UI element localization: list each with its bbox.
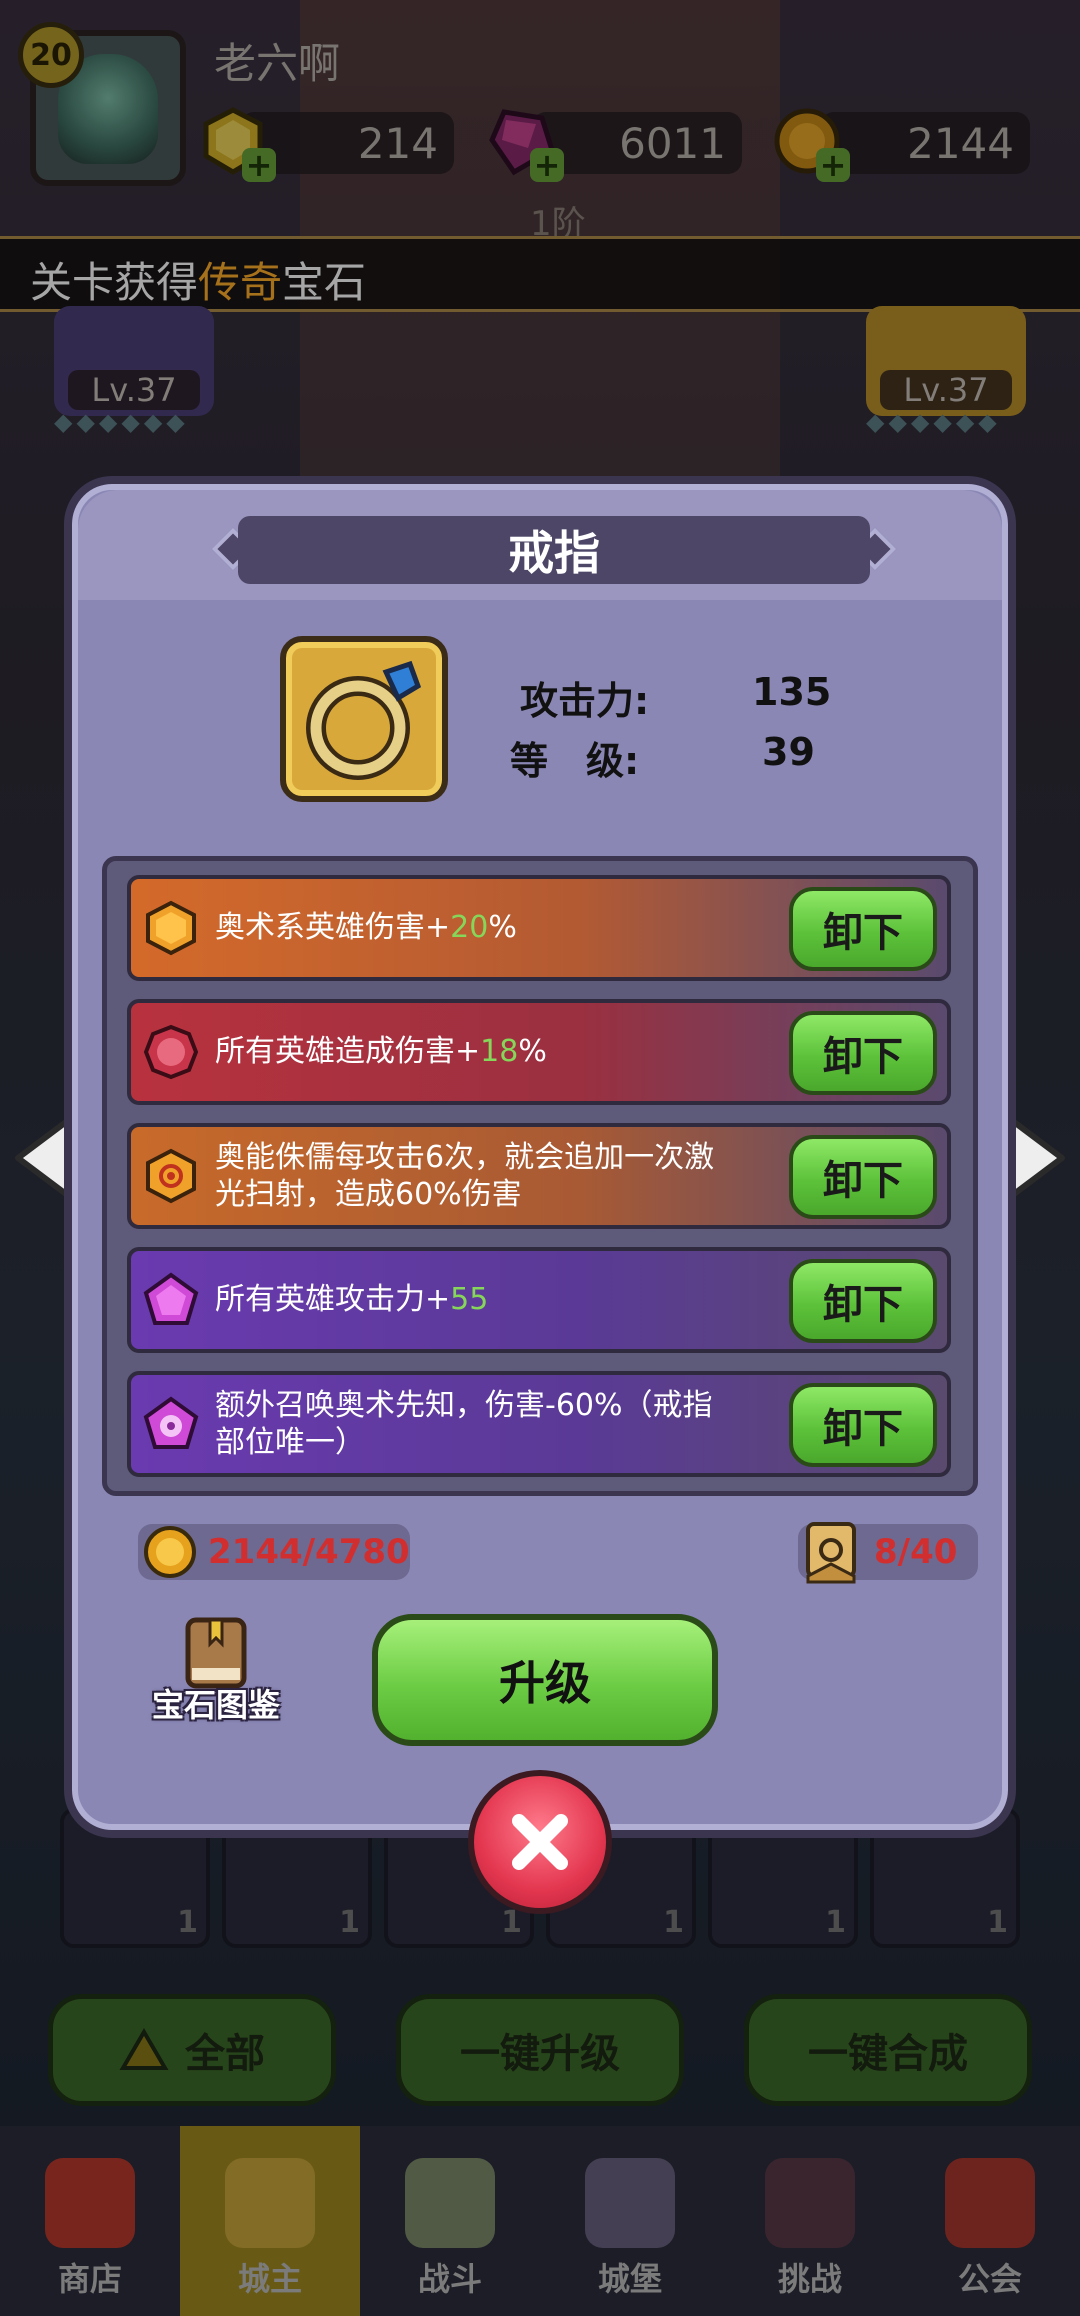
gem-effect-row: 额外召唤奥术先知，伤害-60%（戒指 部位唯一） 卸下 bbox=[127, 1371, 951, 1477]
dialog-header: 戒指 bbox=[78, 490, 1002, 600]
red-round-gem-icon bbox=[143, 1024, 199, 1080]
orange-hexagon-gem-icon bbox=[143, 900, 199, 956]
purple-eye-gem-icon bbox=[143, 1396, 199, 1452]
gem-effect-text: 额外召唤奥术先知，伤害-60%（戒指 部位唯一） bbox=[215, 1387, 777, 1462]
effect-text-line1: 额外召唤奥术先知，伤害-60%（戒指 bbox=[215, 1387, 713, 1423]
unequip-button[interactable]: 卸下 bbox=[789, 1259, 937, 1343]
coin-icon bbox=[144, 1526, 196, 1578]
gem-effect-text: 奥术系英雄伤害+20% bbox=[215, 909, 777, 947]
effect-text-before: 奥术系英雄伤害+ bbox=[215, 910, 451, 946]
effect-text-before: 所有英雄造成伤害+ bbox=[215, 1034, 481, 1070]
ring-scroll-icon bbox=[806, 1522, 856, 1584]
purple-pentagon-gem-icon bbox=[143, 1272, 199, 1328]
scroll-cost-value: 8/40 bbox=[874, 1532, 958, 1572]
effect-text-line1: 奥能侏儒每攻击6次，就会追加一次激 bbox=[215, 1139, 715, 1175]
level-label: 等 级: bbox=[510, 739, 640, 783]
effect-text-line2: 部位唯一） bbox=[215, 1425, 365, 1460]
coin-cost-value: 2144/4780 bbox=[208, 1532, 410, 1572]
gem-codex-label: 宝石图鉴 bbox=[151, 1686, 280, 1724]
level-value: 39 bbox=[762, 730, 815, 774]
ring-item-icon bbox=[280, 636, 448, 802]
coin-cost: 2144/4780 bbox=[138, 1524, 410, 1580]
upgrade-button[interactable]: 升级 bbox=[372, 1614, 718, 1746]
unequip-button[interactable]: 卸下 bbox=[789, 1383, 937, 1467]
dialog-title: 戒指 bbox=[238, 516, 870, 584]
attack-label: 攻击力: bbox=[520, 679, 650, 723]
gem-effect-text: 奥能侏儒每攻击6次，就会追加一次激 光扫射，造成60%伤害 bbox=[215, 1139, 777, 1214]
gem-effect-row: 奥术系英雄伤害+20% 卸下 bbox=[127, 875, 951, 981]
ring-detail-dialog: 戒指 攻击力: 135 等 级: 39 奥术系英雄伤害+20% 卸下 所有英雄造… bbox=[64, 476, 1016, 1838]
gem-effect-row: 奥能侏儒每攻击6次，就会追加一次激 光扫射，造成60%伤害 卸下 bbox=[127, 1123, 951, 1229]
effect-text-line2: 光扫射，造成60%伤害 bbox=[215, 1177, 522, 1212]
effect-bonus-value: 55 bbox=[450, 1282, 489, 1318]
close-button[interactable] bbox=[468, 1770, 612, 1914]
close-icon bbox=[512, 1814, 568, 1870]
gem-codex-button[interactable]: 宝石图鉴 bbox=[132, 1616, 300, 1726]
orange-swirl-gem-icon bbox=[143, 1148, 199, 1204]
scroll-cost: 8/40 bbox=[798, 1522, 978, 1584]
unequip-button[interactable]: 卸下 bbox=[789, 1011, 937, 1095]
effect-bonus-value: 18 bbox=[480, 1034, 519, 1070]
gem-effects-panel: 奥术系英雄伤害+20% 卸下 所有英雄造成伤害+18% 卸下 奥能侏儒每攻击6次… bbox=[102, 856, 978, 1496]
gem-effect-text: 所有英雄攻击力+55 bbox=[215, 1281, 777, 1319]
gem-effect-text: 所有英雄造成伤害+18% bbox=[215, 1033, 777, 1071]
unequip-button[interactable]: 卸下 bbox=[789, 887, 937, 971]
gem-effect-row: 所有英雄造成伤害+18% 卸下 bbox=[127, 999, 951, 1105]
attack-value: 135 bbox=[752, 670, 832, 714]
gem-effect-row: 所有英雄攻击力+55 卸下 bbox=[127, 1247, 951, 1353]
effect-text-after: % bbox=[518, 1034, 547, 1070]
ring-icon bbox=[306, 660, 422, 780]
effect-text-after: % bbox=[488, 910, 517, 946]
effect-text-before: 所有英雄攻击力+ bbox=[215, 1282, 451, 1318]
unequip-button[interactable]: 卸下 bbox=[789, 1135, 937, 1219]
effect-bonus-value: 20 bbox=[450, 910, 489, 946]
